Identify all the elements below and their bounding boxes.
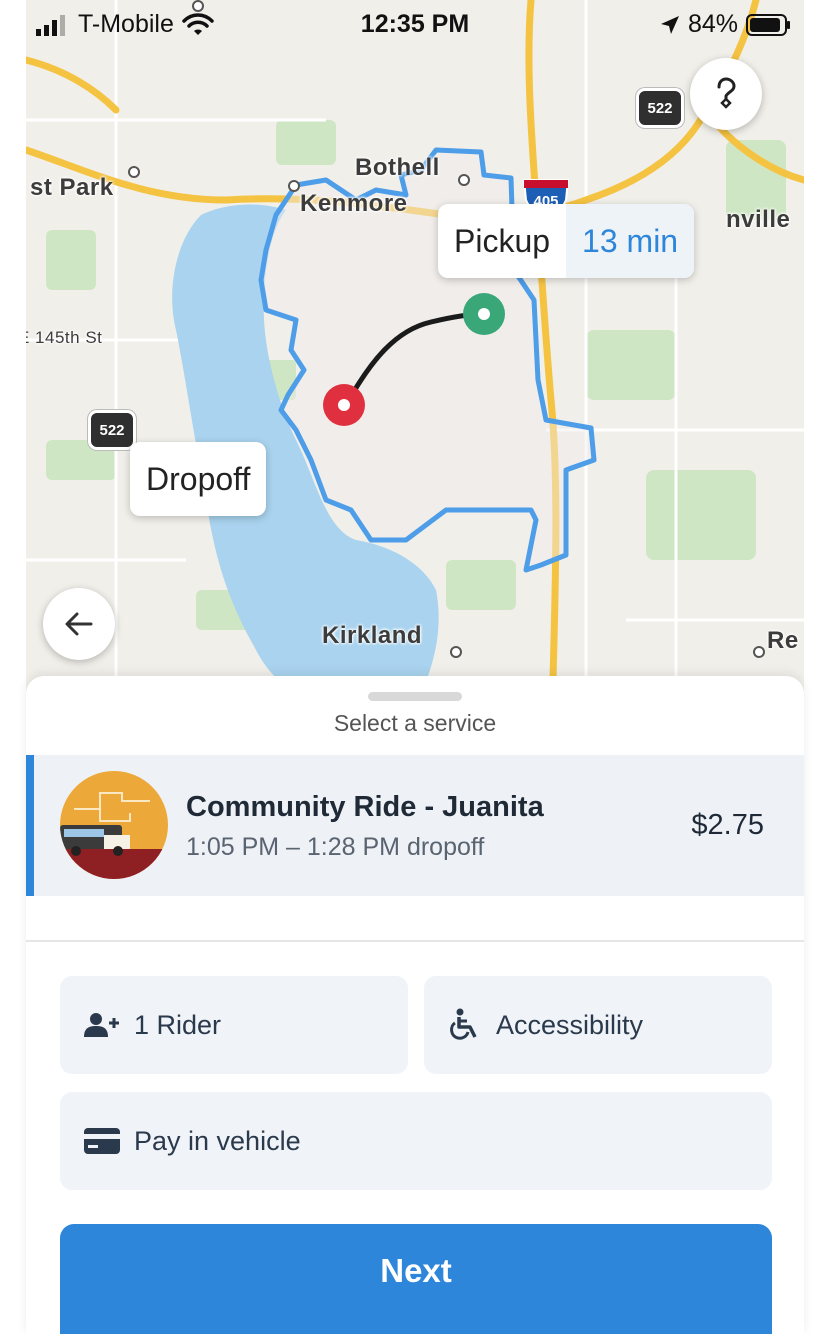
section-divider bbox=[26, 940, 804, 942]
accessibility-button[interactable]: Accessibility bbox=[424, 976, 772, 1074]
payment-label: Pay in vehicle bbox=[134, 1125, 301, 1156]
map-label-kirkland: Kirkland bbox=[322, 622, 423, 649]
next-button[interactable]: Next bbox=[60, 1224, 772, 1334]
status-right-group: 84% bbox=[660, 10, 792, 39]
accessibility-label: Accessibility bbox=[496, 1009, 644, 1040]
pickup-tooltip-label: Pickup bbox=[454, 222, 551, 259]
pickup-tooltip[interactable]: Pickup 13 min bbox=[438, 204, 695, 278]
dropoff-pin bbox=[323, 384, 365, 426]
map-canvas bbox=[26, 0, 804, 720]
riders-label: 1 Rider bbox=[134, 1009, 222, 1040]
route-522-shield-west: 522 bbox=[88, 410, 136, 450]
question-mark-icon bbox=[717, 77, 736, 109]
battery-percent: 84% bbox=[687, 10, 738, 38]
map-label-park: st Park bbox=[30, 174, 114, 201]
map-label-inville: nville bbox=[726, 206, 791, 233]
arrow-left-icon bbox=[65, 612, 93, 636]
add-person-icon bbox=[84, 1012, 120, 1038]
payment-button[interactable]: Pay in vehicle bbox=[60, 1092, 772, 1190]
community-ride-logo-icon bbox=[60, 771, 168, 879]
wheelchair-icon bbox=[448, 1008, 482, 1042]
sheet-drag-handle[interactable] bbox=[368, 692, 462, 701]
service-option-community-ride[interactable]: Community Ride - Juanita 1:05 PM – 1:28 … bbox=[26, 755, 804, 896]
map-label-re: Re bbox=[767, 627, 799, 654]
back-button[interactable] bbox=[43, 588, 115, 660]
dropoff-tooltip[interactable]: Dropoff bbox=[130, 442, 267, 516]
route-522-shield: 522 bbox=[636, 88, 684, 128]
status-bar: T-Mobile 12:35 PM 84% bbox=[26, 0, 804, 50]
help-button[interactable] bbox=[690, 58, 762, 130]
bottom-sheet[interactable]: Select a service Community Ride - Juanit… bbox=[26, 676, 804, 1334]
map-label-bothell: Bothell bbox=[355, 154, 440, 181]
location-arrow-icon bbox=[660, 15, 679, 34]
map-label-145th: E 145th St bbox=[26, 328, 103, 347]
battery-icon bbox=[746, 13, 790, 36]
map-view[interactable]: Bothell Kenmore st Park nville E 145th S… bbox=[26, 0, 804, 720]
map-label-kenmore: Kenmore bbox=[300, 190, 408, 217]
service-name: Community Ride - Juanita bbox=[186, 791, 544, 823]
service-price: $2.75 bbox=[691, 809, 764, 841]
riders-button[interactable]: 1 Rider bbox=[60, 976, 408, 1074]
dropoff-tooltip-label: Dropoff bbox=[146, 460, 251, 497]
service-time-window: 1:05 PM – 1:28 PM dropoff bbox=[186, 833, 485, 861]
pickup-tooltip-time: 13 min bbox=[566, 204, 695, 278]
credit-card-icon bbox=[84, 1128, 120, 1154]
sheet-title: Select a service bbox=[333, 710, 497, 736]
pickup-pin bbox=[463, 293, 505, 335]
